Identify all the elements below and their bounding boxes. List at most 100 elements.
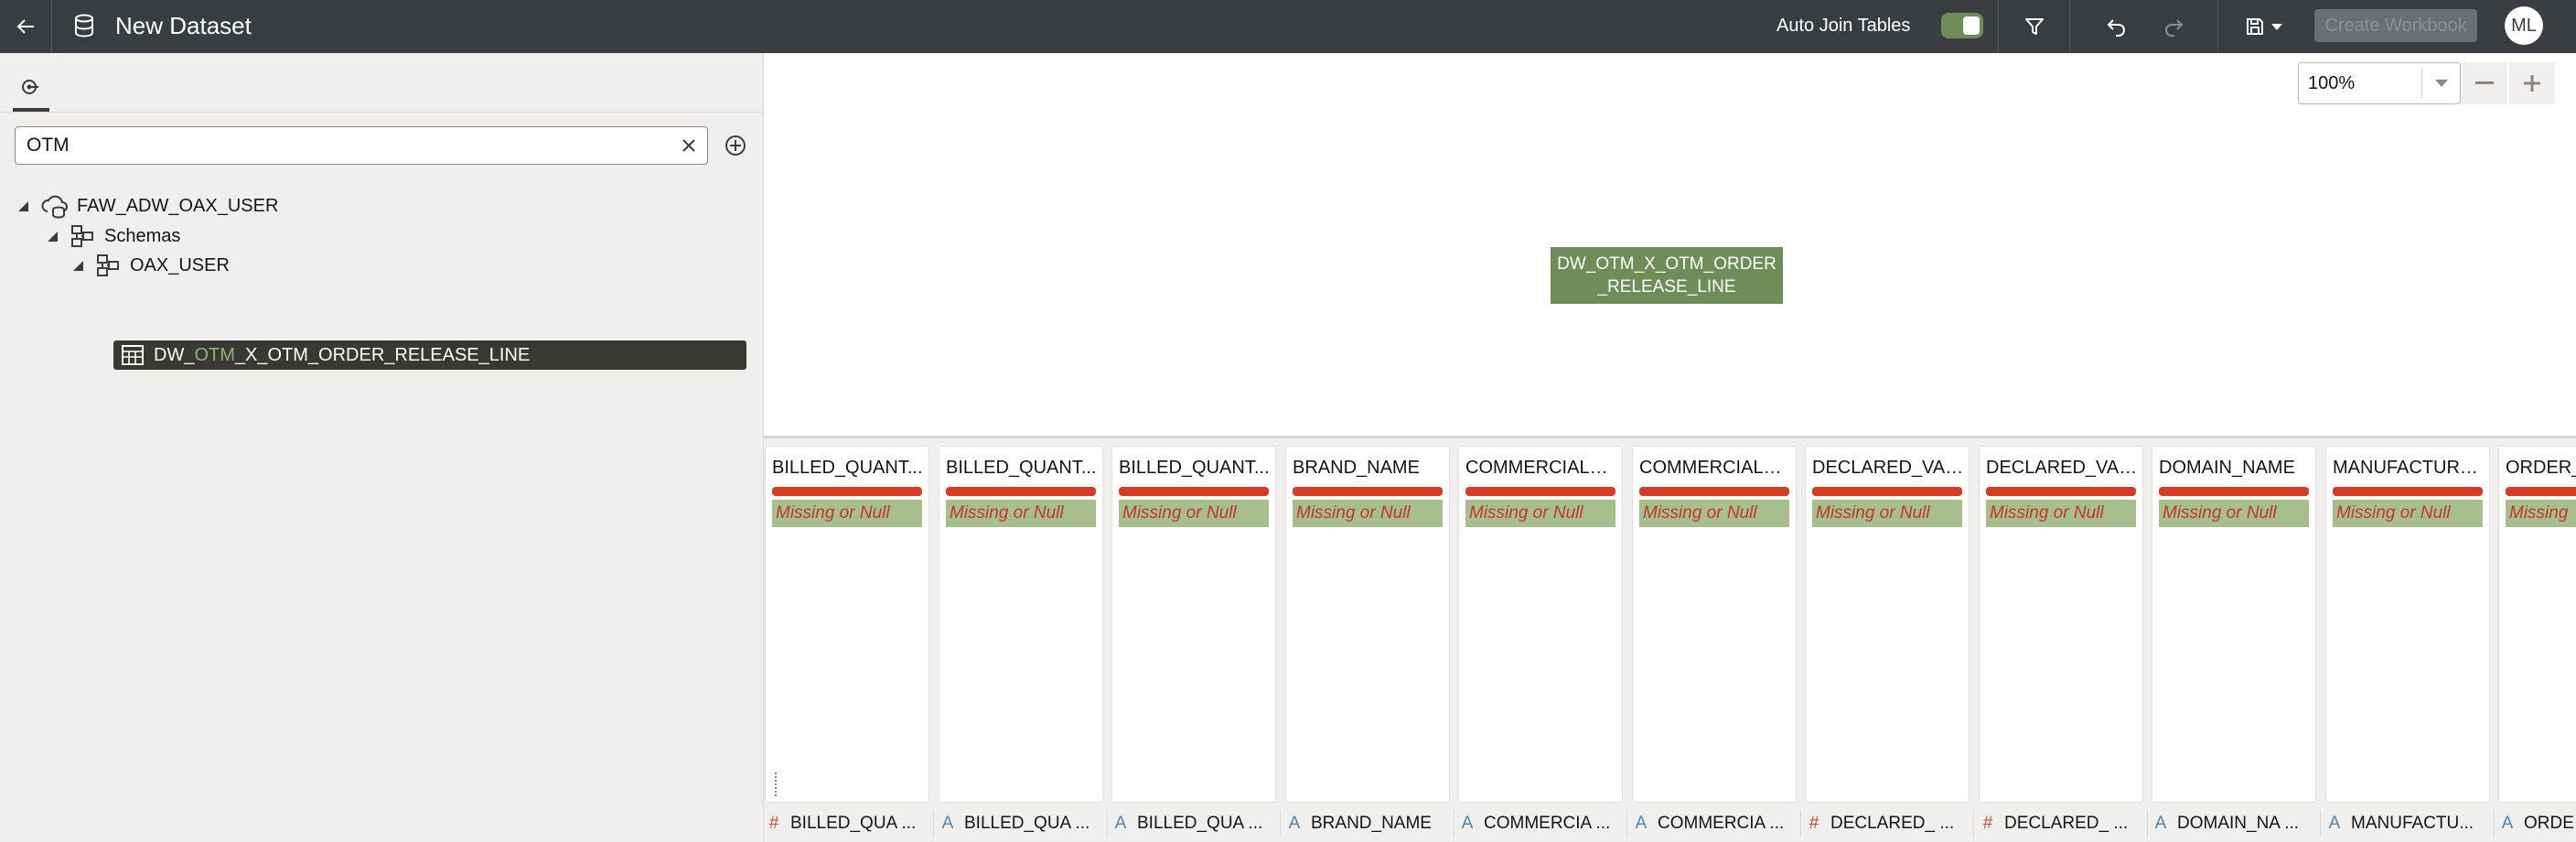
attribute-type-icon: A bbox=[2154, 814, 2167, 833]
zoom-out-button[interactable] bbox=[2462, 62, 2507, 104]
column-header[interactable]: A BILLED_QUA ... bbox=[1113, 810, 1274, 837]
column-header[interactable]: A BILLED_QUA ... bbox=[940, 810, 1101, 837]
tree-item-schemas[interactable]: Schemas bbox=[44, 221, 180, 251]
add-data-button[interactable] bbox=[723, 133, 748, 158]
column-name: BILLED_QUANT... bbox=[1119, 458, 1270, 478]
column-card[interactable]: BRAND_NAME Missing or Null bbox=[1285, 446, 1450, 803]
column-header[interactable]: # DECLARED_ ... bbox=[1980, 810, 2141, 837]
cloud-database-icon bbox=[41, 195, 68, 219]
undo-button[interactable] bbox=[2102, 12, 2131, 41]
column-card[interactable]: COMMERCIAL_I... Missing or Null bbox=[1458, 446, 1623, 803]
quality-bar bbox=[1639, 487, 1789, 496]
expand-triangle-icon[interactable] bbox=[44, 228, 60, 244]
tab-connections[interactable] bbox=[15, 66, 48, 106]
column-header[interactable]: # DECLARED_ ... bbox=[1807, 810, 1968, 837]
tree-item-connection[interactable]: FAW_ADW_OAX_USER bbox=[15, 191, 278, 221]
column-name: BILLED_QUANT... bbox=[772, 458, 923, 478]
numeric-type-icon: # bbox=[1809, 814, 1819, 833]
save-icon bbox=[2247, 18, 2263, 35]
column-header[interactable]: A COMMERCIA ... bbox=[1460, 810, 1621, 837]
app-header: New Dataset Auto Join Tables Create Work… bbox=[0, 0, 2576, 53]
undo-icon bbox=[2107, 19, 2125, 37]
toggle-knob bbox=[1963, 16, 1980, 35]
column-header[interactable]: A DOMAIN_NA ... bbox=[2153, 810, 2314, 837]
create-workbook-button[interactable]: Create Workbook bbox=[2314, 9, 2477, 42]
quality-bar bbox=[946, 487, 1096, 496]
quality-label: Missing or Null bbox=[772, 500, 922, 527]
quality-label: Missing or Null bbox=[1812, 500, 1962, 527]
tree-item-table[interactable]: DW_OTM_X_OTM_ORDER_RELEASE_LINE bbox=[113, 340, 746, 370]
filter-icon bbox=[2025, 18, 2044, 35]
plus-circle-icon bbox=[725, 135, 746, 156]
column-card[interactable]: BILLED_QUANT... Missing or Null bbox=[1111, 446, 1276, 803]
schema-icon bbox=[97, 254, 119, 276]
search-field[interactable] bbox=[15, 126, 708, 165]
attribute-type-icon: A bbox=[941, 814, 954, 833]
attribute-type-icon: A bbox=[1288, 814, 1301, 833]
quality-label: Missing or Null bbox=[2159, 500, 2309, 527]
column-header[interactable]: A ORDE bbox=[2500, 810, 2576, 837]
table-name-suffix: _X_OTM_ORDER_RELEASE_LINE bbox=[234, 345, 531, 365]
column-name: DOMAIN_NAME bbox=[2159, 458, 2295, 478]
attribute-type-icon: A bbox=[1114, 814, 1127, 833]
zoom-select[interactable]: 100% bbox=[2298, 62, 2461, 104]
header-divider bbox=[2217, 0, 2218, 53]
schemas-label: Schemas bbox=[104, 226, 181, 246]
column-divider bbox=[1626, 810, 1627, 837]
column-name: BILLED_QUANT... bbox=[946, 458, 1097, 478]
connection-name: FAW_ADW_OAX_USER bbox=[77, 196, 279, 216]
search-input[interactable] bbox=[27, 127, 667, 164]
auto-join-toggle[interactable] bbox=[1941, 13, 1983, 38]
column-header[interactable]: A BRAND_NAME bbox=[1287, 810, 1448, 837]
zoom-value: 100% bbox=[2308, 73, 2356, 93]
column-card[interactable]: COMMERCIAL_I... Missing or Null bbox=[1632, 446, 1797, 803]
column-card[interactable]: DOMAIN_NAME Missing or Null bbox=[2152, 446, 2316, 803]
back-button[interactable] bbox=[0, 0, 51, 53]
join-diagram-canvas[interactable]: 100% DW_OTM_X_OTM_ORDER _RELEASE_LINE bbox=[764, 53, 2576, 436]
quality-label: Missing or Null bbox=[1986, 500, 2136, 527]
column-name: ORDER_ bbox=[2506, 458, 2576, 478]
column-header-label: DOMAIN_NA ... bbox=[2177, 814, 2300, 833]
quality-label: Missing or Null bbox=[946, 500, 1096, 527]
zoom-in-button[interactable] bbox=[2509, 62, 2555, 104]
table-icon bbox=[122, 345, 144, 365]
column-header-label: ORDE bbox=[2524, 814, 2574, 833]
zoom-divider bbox=[2421, 69, 2422, 98]
save-menu-button[interactable] bbox=[2238, 12, 2291, 41]
column-card[interactable]: DECLARED_VAL... Missing or Null bbox=[1979, 446, 2143, 803]
resize-handle[interactable] bbox=[775, 772, 779, 796]
redo-button[interactable] bbox=[2159, 12, 2188, 41]
column-divider bbox=[1973, 810, 1974, 837]
column-name: DECLARED_VAL... bbox=[1986, 458, 2138, 478]
column-header-label: COMMERCIA ... bbox=[1484, 814, 1611, 833]
table-node[interactable]: DW_OTM_X_OTM_ORDER _RELEASE_LINE bbox=[1551, 247, 1783, 304]
user-avatar[interactable]: ML bbox=[2505, 6, 2543, 45]
chevron-down-icon bbox=[2435, 80, 2448, 87]
column-name: BRAND_NAME bbox=[1293, 458, 1420, 478]
expand-triangle-icon[interactable] bbox=[15, 198, 31, 214]
column-name: MANUFACTURE... bbox=[2333, 458, 2485, 478]
column-header[interactable]: A MANUFACTU... bbox=[2327, 810, 2488, 837]
header-divider bbox=[2069, 0, 2070, 53]
column-name: DECLARED_VAL... bbox=[1812, 458, 1964, 478]
column-card[interactable]: BILLED_QUANT... Missing or Null bbox=[939, 446, 1103, 803]
schema-name: OAX_USER bbox=[130, 255, 230, 275]
column-card[interactable]: MANUFACTURE... Missing or Null bbox=[2325, 446, 2490, 803]
clear-search-button[interactable] bbox=[680, 136, 698, 155]
quality-bar bbox=[1812, 487, 1962, 496]
tree-item-schema[interactable]: OAX_USER bbox=[70, 251, 230, 280]
column-header[interactable]: A COMMERCIA ... bbox=[1634, 810, 1795, 837]
column-card[interactable]: DECLARED_VAL... Missing or Null bbox=[1805, 446, 1970, 803]
column-card[interactable]: BILLED_QUANT... Missing or Null bbox=[765, 446, 929, 803]
filter-button[interactable] bbox=[2020, 12, 2049, 41]
back-arrow-icon bbox=[16, 19, 34, 34]
search-highlight: OTM bbox=[194, 345, 235, 365]
column-card[interactable]: ORDER_ Missing bbox=[2498, 446, 2576, 803]
chevron-down-icon bbox=[2271, 24, 2282, 30]
expand-triangle-icon[interactable] bbox=[70, 257, 86, 274]
column-header-label: BRAND_NAME bbox=[1311, 814, 1432, 833]
numeric-type-icon: # bbox=[768, 814, 779, 833]
close-icon bbox=[682, 139, 695, 152]
column-divider bbox=[2147, 810, 2148, 837]
column-header[interactable]: # BILLED_QUA ... bbox=[767, 810, 928, 837]
